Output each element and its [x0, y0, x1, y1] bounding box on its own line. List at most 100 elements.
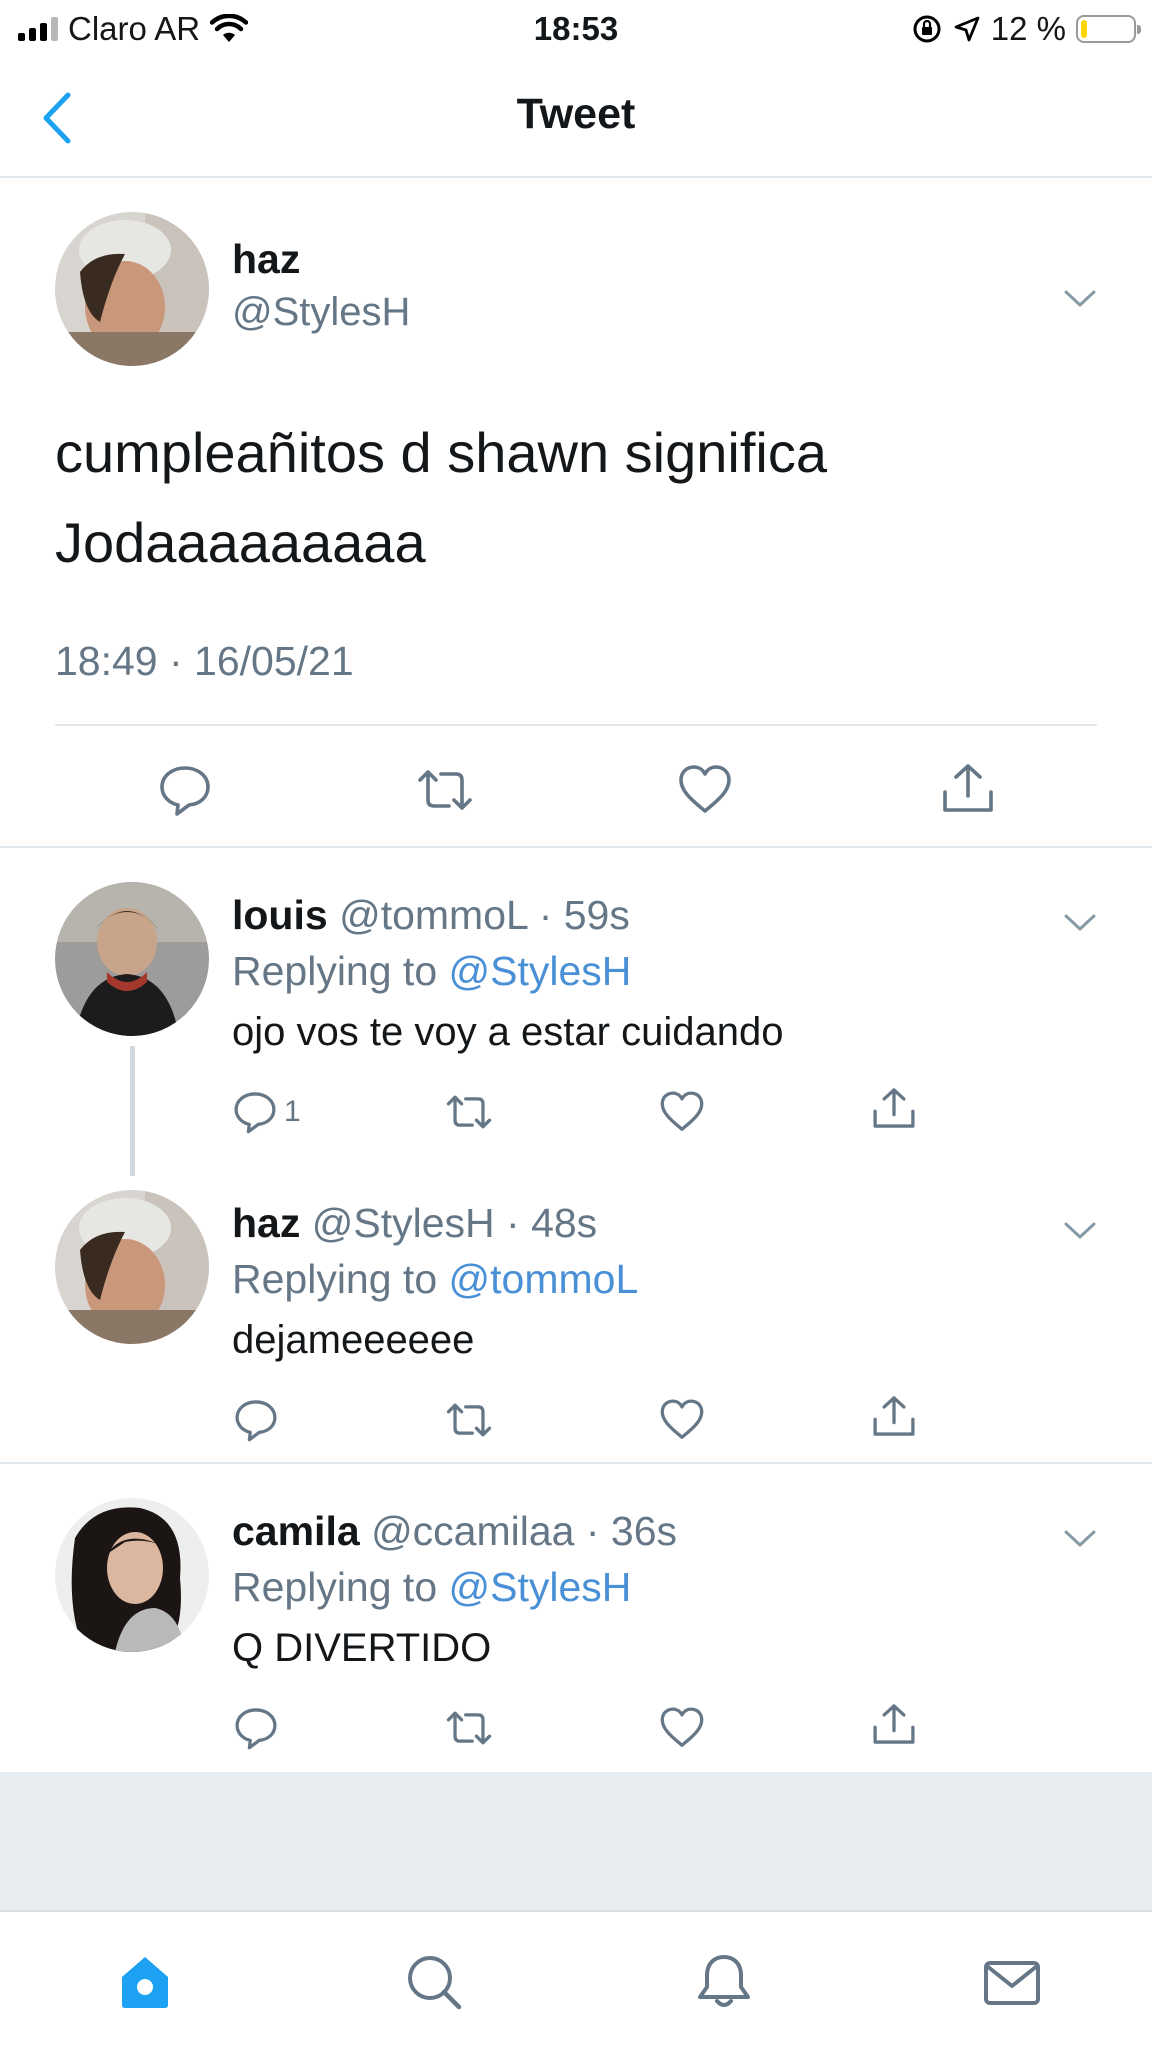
reply-bubble-icon	[234, 1092, 276, 1134]
avatar[interactable]	[55, 1498, 209, 1652]
replying-to-label: Replying to	[232, 1256, 438, 1302]
reply-header: louis @tommoL · 59s	[232, 892, 630, 939]
heart-icon	[679, 765, 731, 813]
more-options-button[interactable]	[1060, 1210, 1100, 1250]
reply-text: ojo vos te voy a estar cuidando	[232, 1010, 784, 1054]
chevron-down-icon	[1064, 290, 1096, 307]
retweet-icon	[446, 1403, 492, 1437]
divider	[0, 846, 1152, 848]
retweet-button[interactable]	[444, 1082, 494, 1142]
mention-link[interactable]: @tommoL	[449, 1256, 639, 1302]
share-icon	[873, 1088, 915, 1128]
location-icon	[954, 16, 980, 42]
reply-text: Q DIVERTIDO	[232, 1626, 492, 1670]
nav-bar: Tweet	[0, 60, 1152, 178]
battery-icon	[1076, 15, 1141, 43]
tab-home[interactable]	[113, 1950, 177, 2014]
reply-button[interactable]	[155, 760, 215, 820]
like-button[interactable]	[658, 1082, 706, 1142]
reply-bubble-icon	[235, 1400, 277, 1442]
tab-messages[interactable]	[980, 1950, 1044, 2014]
heart-icon	[660, 1399, 704, 1439]
retweet-icon	[446, 1711, 492, 1745]
share-icon	[873, 1396, 915, 1436]
heart-icon	[660, 1707, 704, 1747]
author-name[interactable]: haz	[232, 236, 300, 283]
author-handle[interactable]: @StylesH	[232, 290, 410, 335]
more-options-button[interactable]	[1060, 278, 1100, 318]
more-options-button[interactable]	[1060, 902, 1100, 942]
reply-bubble-icon	[160, 766, 210, 816]
reply-actions	[0, 1390, 1152, 1450]
avatar[interactable]	[55, 212, 209, 366]
rotation-lock-icon	[913, 15, 941, 43]
battery-level	[1081, 20, 1087, 38]
reply-button[interactable]	[232, 1390, 280, 1450]
author-name[interactable]: camila	[232, 1508, 360, 1554]
share-button[interactable]	[870, 1386, 918, 1446]
mention-link[interactable]: @StylesH	[449, 1564, 632, 1610]
replying-to: Replying to @tommoL	[232, 1256, 638, 1303]
tab-notifications[interactable]	[692, 1950, 756, 2014]
share-button[interactable]	[870, 1694, 918, 1754]
replying-to: Replying to @StylesH	[232, 948, 631, 995]
mention-link[interactable]: @StylesH	[449, 948, 632, 994]
share-button[interactable]	[870, 1078, 918, 1138]
chevron-down-icon	[1064, 1530, 1096, 1547]
reply-actions	[0, 1698, 1152, 1758]
reply-actions: 1	[0, 1082, 1152, 1142]
reply-count: 1	[284, 1095, 301, 1128]
author-name[interactable]: haz	[232, 1200, 300, 1246]
like-button[interactable]	[658, 1698, 706, 1758]
replying-to-label: Replying to	[232, 948, 438, 994]
avatar[interactable]	[55, 882, 209, 1036]
reply-bubble-icon	[235, 1708, 277, 1750]
share-icon	[873, 1704, 915, 1744]
retweet-icon	[418, 770, 472, 810]
avatar-image	[55, 882, 209, 1036]
mail-icon	[984, 1961, 1040, 2005]
reply-text: dejameeeeee	[232, 1318, 475, 1362]
divider	[0, 1462, 1152, 1464]
reply-button[interactable]: 1	[232, 1082, 301, 1142]
tweet-text-line-2: Jodaaaaaaaaa	[55, 511, 426, 574]
avatar-image	[55, 212, 209, 366]
tweet-text: cumpleañitos d shawn significa Jodaaaaaa…	[55, 408, 1095, 588]
share-icon	[943, 764, 993, 812]
author-handle-time: @StylesH · 48s	[311, 1200, 598, 1246]
reply-header: haz @StylesH · 48s	[232, 1200, 597, 1247]
bell-icon	[698, 1955, 750, 2007]
page-title: Tweet	[516, 90, 636, 138]
like-button[interactable]	[675, 760, 735, 820]
retweet-button[interactable]	[444, 1698, 494, 1758]
avatar-image	[55, 1190, 209, 1344]
avatar-image	[55, 1498, 209, 1652]
status-right: 12 %	[911, 10, 1141, 48]
tweet-timestamp: 18:49 · 16/05/21	[55, 638, 354, 684]
status-bar: Claro AR 18:53 12 %	[0, 0, 1152, 60]
retweet-icon	[446, 1095, 492, 1129]
replying-to-label: Replying to	[232, 1564, 438, 1610]
search-icon	[408, 1956, 462, 2010]
reply-header: camila @ccamilaa · 36s	[232, 1508, 677, 1555]
tweet-actions	[0, 726, 1152, 844]
heart-icon	[660, 1091, 704, 1131]
home-icon	[122, 1957, 168, 2008]
author-handle-time: @ccamilaa · 36s	[371, 1508, 678, 1554]
chevron-down-icon	[1064, 914, 1096, 931]
battery-percent: 12 %	[990, 10, 1066, 47]
more-options-button[interactable]	[1060, 1518, 1100, 1558]
replying-to: Replying to @StylesH	[232, 1564, 631, 1611]
retweet-button[interactable]	[444, 1390, 494, 1450]
tab-search[interactable]	[402, 1950, 466, 2014]
tweet-text-line-1: cumpleañitos d shawn significa	[55, 421, 827, 484]
avatar[interactable]	[55, 1190, 209, 1344]
reply-button[interactable]	[232, 1698, 280, 1758]
tab-bar	[0, 1910, 1152, 2048]
like-button[interactable]	[658, 1390, 706, 1450]
share-button[interactable]	[938, 758, 998, 818]
empty-area	[0, 1772, 1152, 1910]
author-handle-time: @tommoL · 59s	[339, 892, 630, 938]
author-name[interactable]: louis	[232, 892, 328, 938]
retweet-button[interactable]	[415, 760, 475, 820]
